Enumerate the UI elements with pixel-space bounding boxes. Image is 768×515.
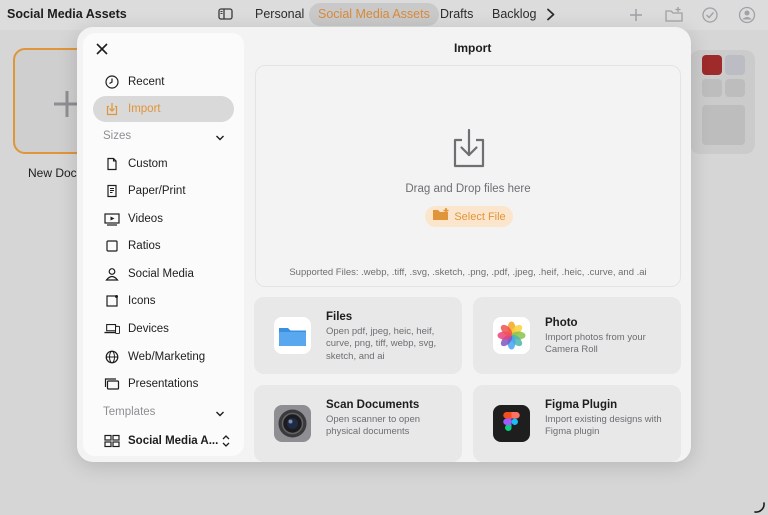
folder-plus-icon	[432, 207, 450, 226]
thumbnail-image	[702, 55, 722, 75]
supported-files-text: Supported Files: .webp, .tiff, .svg, .sk…	[289, 267, 647, 278]
sidebar-item-web-marketing[interactable]: Web/Marketing	[93, 344, 234, 370]
sidebar-item-recent[interactable]: Recent	[93, 69, 234, 95]
account-icon[interactable]	[737, 6, 757, 24]
option-title: Photo	[545, 317, 578, 329]
sidebar-item-icons[interactable]: Icons	[93, 288, 234, 314]
sidebar-item-paper-print[interactable]: Paper/Print	[93, 178, 234, 204]
chevron-right-icon[interactable]	[544, 7, 558, 22]
photos-app-icon	[493, 317, 530, 354]
option-description: Open pdf, jpeg, heic, heif, curve, png, …	[326, 326, 437, 362]
option-description: Open scanner to open physical documents	[326, 414, 421, 438]
presentation-icon	[104, 376, 120, 392]
sidebar-item-label: Icons	[128, 295, 156, 307]
chevron-down-icon	[215, 133, 225, 143]
thumbnail-image	[702, 79, 722, 97]
option-description: Import photos from your Camera Roll	[545, 332, 646, 356]
chevron-up-down-icon	[222, 434, 230, 448]
select-file-label: Select File	[454, 210, 506, 223]
sidebar-item-social-media[interactable]: Social Media	[93, 261, 234, 287]
sizes-section-header[interactable]: Sizes	[103, 130, 225, 148]
document-thumbnail-card[interactable]	[690, 50, 755, 154]
thumbnail-image	[725, 55, 745, 75]
checkmark-circle-icon[interactable]	[700, 6, 720, 24]
sidebar-item-label: Videos	[128, 213, 163, 225]
top-bar: Social Media Assets Personal Social Medi…	[0, 0, 768, 30]
clock-icon	[104, 74, 120, 90]
files-option-card[interactable]: Files Open pdf, jpeg, heic, heif, curve,…	[254, 297, 462, 374]
scan-documents-option-card[interactable]: Scan Documents Open scanner to open phys…	[254, 385, 462, 462]
section-label: Templates	[103, 406, 156, 418]
paper-icon	[104, 183, 120, 199]
close-icon[interactable]	[94, 41, 110, 57]
option-title: Figma Plugin	[545, 399, 618, 411]
figma-logo-icon	[493, 405, 530, 442]
folder-plus-icon[interactable]	[664, 6, 684, 24]
tab-social-media-assets[interactable]: Social Media Assets	[309, 3, 439, 26]
sidebar-item-label: Paper/Print	[128, 185, 186, 197]
import-icon	[104, 101, 120, 117]
option-description: Import existing designs with Figma plugi…	[545, 414, 662, 438]
app-title: Social Media Assets	[7, 7, 127, 21]
templates-selected-label: Social Media A...	[128, 435, 219, 447]
sidebar-item-label: Recent	[128, 76, 165, 88]
sidebar-item-label: Custom	[128, 158, 168, 170]
import-sidebar: Recent Import Sizes Custom Paper/Print V…	[83, 33, 244, 456]
document-icon	[104, 156, 120, 172]
sidebar-item-label: Ratios	[128, 240, 161, 252]
drop-zone[interactable]: Drag and Drop files here Select File Sup…	[255, 65, 681, 287]
sidebar-item-ratios[interactable]: Ratios	[93, 233, 234, 259]
download-tray-icon	[450, 127, 488, 169]
sidebar-item-label: Devices	[128, 323, 169, 335]
section-label: Sizes	[103, 130, 132, 142]
sidebar-item-label: Web/Marketing	[128, 351, 206, 363]
grid-icon	[104, 433, 120, 449]
icon-frame-icon	[104, 293, 120, 309]
loading-spinner-icon	[752, 500, 766, 514]
camera-lens-icon	[274, 405, 311, 442]
tab-drafts[interactable]: Drafts	[431, 3, 482, 26]
tab-backlog[interactable]: Backlog	[483, 3, 545, 26]
chevron-down-icon	[215, 409, 225, 419]
sidebar-item-devices[interactable]: Devices	[93, 316, 234, 342]
plus-icon[interactable]	[626, 6, 646, 24]
import-modal: Recent Import Sizes Custom Paper/Print V…	[77, 27, 691, 462]
sidebar-item-presentations[interactable]: Presentations	[93, 371, 234, 397]
sidebar-item-import[interactable]: Import	[93, 96, 234, 122]
files-app-icon	[274, 317, 311, 354]
select-file-button[interactable]: Select File	[425, 206, 513, 227]
thumbnail-image	[702, 105, 745, 145]
figma-plugin-option-card[interactable]: Figma Plugin Import existing designs wit…	[473, 385, 681, 462]
templates-section-header[interactable]: Templates	[103, 406, 225, 424]
option-title: Scan Documents	[326, 399, 420, 411]
person-icon	[104, 266, 120, 282]
modal-title: Import	[454, 41, 492, 55]
thumbnail-image	[725, 79, 745, 97]
sidebar-item-videos[interactable]: Videos	[93, 206, 234, 232]
option-title: Files	[326, 311, 353, 323]
square-icon	[104, 238, 120, 254]
drop-instructions: Drag and Drop files here	[405, 183, 531, 195]
devices-icon	[104, 321, 120, 337]
tab-personal[interactable]: Personal	[246, 3, 313, 26]
new-document-label: New Docu	[28, 166, 84, 180]
photo-option-card[interactable]: Photo Import photos from your Camera Rol…	[473, 297, 681, 374]
sidebar-item-label: Social Media	[128, 268, 194, 280]
templates-selector[interactable]: Social Media A...	[93, 428, 234, 454]
video-icon	[104, 211, 120, 227]
sidebar-item-label: Presentations	[128, 378, 199, 390]
sidebar-item-custom[interactable]: Custom	[93, 151, 234, 177]
globe-icon	[104, 349, 120, 365]
sidebar-item-label: Import	[128, 103, 161, 115]
sidebar-icon[interactable]	[217, 7, 235, 22]
